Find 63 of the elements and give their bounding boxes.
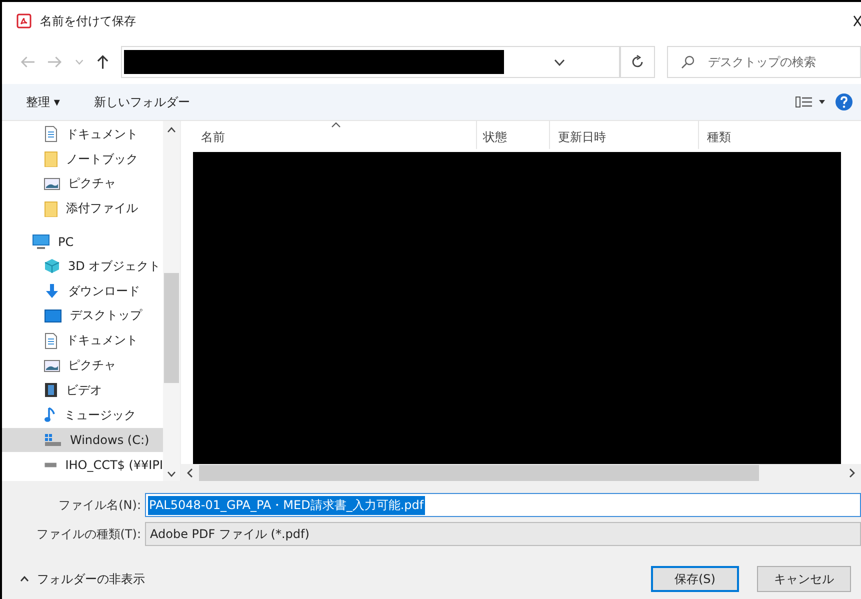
column-header[interactable]: 名前 <box>181 121 477 150</box>
chevron-down-icon[interactable] <box>554 58 566 66</box>
sort-caret-icon <box>331 122 341 128</box>
sidebar-item[interactable]: ピクチャ <box>2 353 163 378</box>
scrollbar[interactable] <box>163 121 180 481</box>
picture-icon <box>44 360 60 372</box>
scrollbar[interactable] <box>181 464 861 481</box>
computer-icon <box>32 234 50 250</box>
sidebar-item[interactable]: PC <box>2 229 163 254</box>
filename-field[interactable]: PAL5048-01_GPA_PA・MED請求書_入力可能.pdf <box>145 493 861 517</box>
column-header[interactable]: 種類 <box>699 121 815 150</box>
pdf-icon <box>16 13 32 29</box>
hide-folders-button[interactable]: フォルダーの非表示 <box>20 570 145 588</box>
new-folder-button[interactable]: 新しいフォルダー <box>88 92 196 112</box>
cube-icon <box>44 258 60 274</box>
music-note-icon <box>44 407 56 424</box>
drive-icon <box>44 460 58 469</box>
filename-label: ファイル名(N): <box>58 496 142 514</box>
sidebar-item[interactable]: 添付ファイル <box>2 196 163 222</box>
sidebar-item[interactable]: IHO_CCT$ (¥¥IPI <box>2 452 163 478</box>
column-header[interactable]: 更新日時 <box>550 121 699 150</box>
column-header[interactable]: 状態 <box>477 121 550 150</box>
picture-icon <box>44 178 60 190</box>
sidebar-item[interactable]: Windows (C:) <box>2 428 163 452</box>
download-arrow-icon <box>44 283 60 300</box>
desktop-icon <box>44 308 62 323</box>
search-icon <box>680 55 695 69</box>
window-title: 名前を付けて保存 <box>40 12 136 30</box>
save-button[interactable]: 保存(S) <box>651 566 739 592</box>
help-icon[interactable] <box>835 93 853 111</box>
organize-menu-button[interactable]: 整理 ▾ <box>20 92 66 112</box>
document-icon <box>44 126 58 142</box>
folder-icon <box>44 151 58 168</box>
chevron-down-icon[interactable] <box>167 471 176 477</box>
up-arrow-icon[interactable] <box>96 54 110 70</box>
scrollbar-thumb[interactable] <box>164 273 179 383</box>
sidebar-item[interactable]: ダウンロード <box>2 278 163 304</box>
file-type-dropdown[interactable]: Adobe PDF ファイル (*.pdf) <box>145 522 861 546</box>
sidebar-item[interactable]: ピクチャ <box>2 172 163 196</box>
refresh-button[interactable] <box>620 46 655 78</box>
refresh-icon <box>630 55 645 69</box>
sidebar-item[interactable]: ミュージック <box>2 402 163 428</box>
address-bar[interactable] <box>121 46 620 78</box>
sidebar-item[interactable]: ビデオ <box>2 378 163 403</box>
film-icon <box>44 382 58 398</box>
sidebar-item[interactable]: デスクトップ <box>2 304 163 328</box>
search-field[interactable]: デスクトップの検索 <box>666 46 861 78</box>
document-icon <box>44 332 58 349</box>
file-type-label: ファイルの種類(T): <box>35 526 142 542</box>
sidebar-item[interactable]: ドキュメント <box>2 122 163 147</box>
sidebar-item[interactable]: ドキュメント <box>2 328 163 354</box>
sidebar-item[interactable]: 3D オブジェクト <box>2 254 163 279</box>
sidebar-item[interactable]: ノートブック <box>2 146 163 172</box>
folder-icon <box>44 200 58 217</box>
cancel-button[interactable]: キャンセル <box>757 566 851 592</box>
chevron-left-icon[interactable] <box>187 468 193 478</box>
chevron-up-icon <box>20 576 29 582</box>
close-icon[interactable] <box>853 15 861 27</box>
scrollbar-thumb[interactable] <box>199 464 759 481</box>
drive-icon <box>44 432 62 447</box>
chevron-up-icon[interactable] <box>167 127 176 133</box>
view-options-icon[interactable] <box>795 96 825 108</box>
chevron-right-icon[interactable] <box>849 468 855 478</box>
